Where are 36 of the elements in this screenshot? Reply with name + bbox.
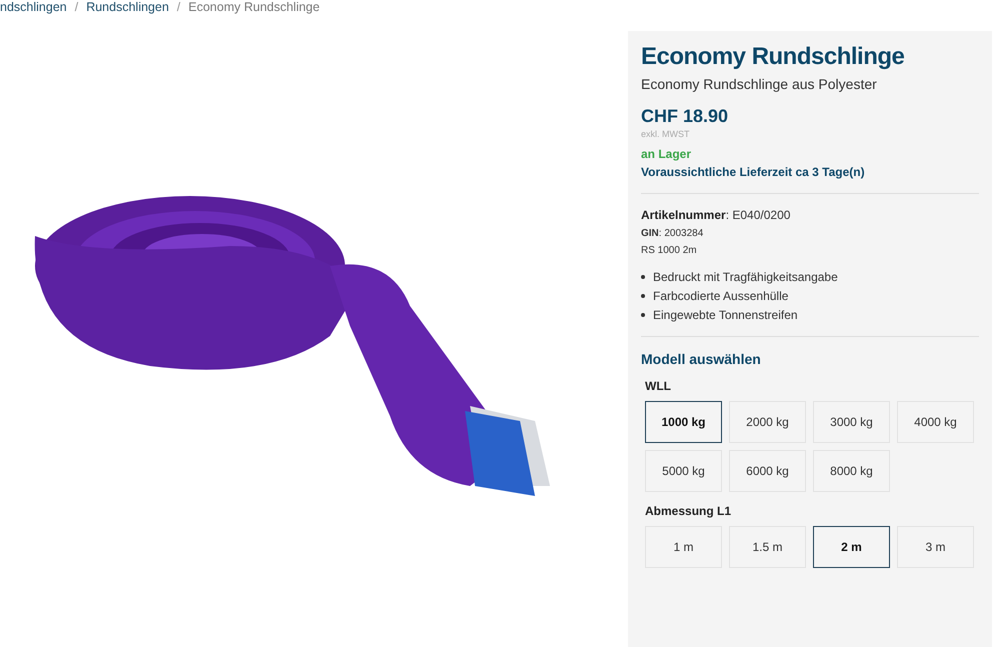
option-button[interactable]: 1000 kg — [645, 401, 722, 443]
feature-text: Bedruckt mit Tragfähigkeitsangabe — [653, 270, 838, 284]
gin-number: : 2003284 — [658, 228, 704, 239]
option-button[interactable]: 1.5 m — [729, 526, 806, 568]
feature-text: Farbcodierte Aussenhülle — [653, 289, 788, 303]
option-group-label: Abmessung L1 — [645, 504, 732, 518]
product-title: Economy Rundschlinge — [641, 43, 906, 71]
stock-status: an Lager — [641, 147, 692, 161]
delivery-time: Voraussichtliche Lieferzeit ca 3 Tage(n) — [641, 165, 866, 179]
option-button[interactable]: 6000 kg — [729, 450, 806, 492]
gin-label: GIN — [641, 228, 659, 239]
breadcrumb-separator: / — [176, 0, 180, 14]
feature-text: Eingewebte Tonnenstreifen — [653, 308, 798, 322]
option-button[interactable]: 3 m — [897, 526, 974, 568]
breadcrumb-current: Economy Rundschlinge — [188, 0, 320, 14]
breadcrumb-link[interactable]: Rundschlingen — [86, 0, 169, 14]
option-button[interactable]: 3000 kg — [813, 401, 890, 443]
option-group-label: WLL — [645, 379, 672, 393]
option-button[interactable]: 2000 kg — [729, 401, 806, 443]
breadcrumb-separator: / — [74, 0, 78, 14]
tax-note: exkl. MWST — [641, 129, 690, 139]
bullet-icon — [641, 313, 645, 317]
product-subtitle: Economy Rundschlinge aus Polyester — [641, 76, 878, 92]
breadcrumb-link[interactable]: ndschlingen — [0, 0, 67, 14]
model-code: RS 1000 2m — [641, 245, 698, 256]
variant-heading: Modell auswählen — [641, 351, 762, 367]
article-number: : E040/0200 — [726, 208, 790, 222]
option-button[interactable]: 4000 kg — [897, 401, 974, 443]
option-button[interactable]: 8000 kg — [813, 450, 890, 492]
bullet-icon — [641, 275, 645, 279]
option-button[interactable]: 1 m — [645, 526, 722, 568]
option-button[interactable]: 5000 kg — [645, 450, 722, 492]
option-button[interactable]: 2 m — [813, 526, 890, 568]
article-number-label: Artikelnummer — [641, 208, 726, 222]
bullet-icon — [641, 294, 645, 298]
price: CHF 18.90 — [641, 106, 730, 127]
